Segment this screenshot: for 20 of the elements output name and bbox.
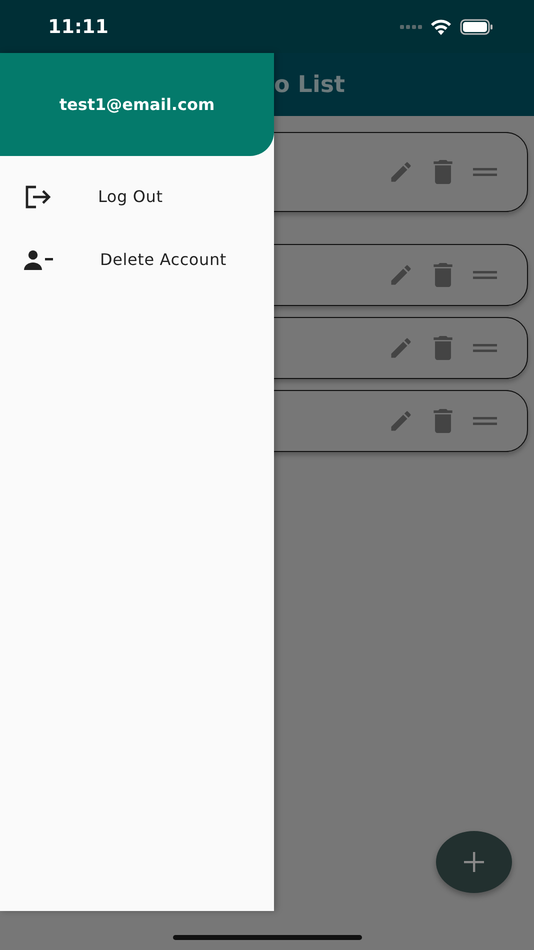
logout-icon	[24, 184, 52, 208]
remove-person-icon	[24, 250, 54, 270]
signal-icon	[400, 24, 422, 28]
account-email: test1@email.com	[59, 95, 215, 114]
trash-icon[interactable]	[432, 160, 454, 184]
wifi-icon	[430, 18, 452, 34]
drawer-item[interactable]: Delete Account	[0, 228, 274, 291]
add-button[interactable]	[436, 831, 512, 893]
drag-handle-icon[interactable]	[473, 167, 497, 177]
drag-handle-icon[interactable]	[473, 416, 497, 426]
trash-icon[interactable]	[432, 336, 454, 360]
plus-icon	[464, 852, 484, 872]
status-time: 11:11	[48, 16, 108, 38]
drawer-item[interactable]: Log Out	[0, 165, 274, 228]
trash-icon[interactable]	[432, 263, 454, 287]
battery-icon	[460, 18, 494, 34]
trash-icon[interactable]	[432, 409, 454, 433]
app-title: o List	[274, 72, 346, 98]
drag-handle-icon[interactable]	[473, 343, 497, 353]
drag-handle-icon[interactable]	[473, 270, 497, 280]
